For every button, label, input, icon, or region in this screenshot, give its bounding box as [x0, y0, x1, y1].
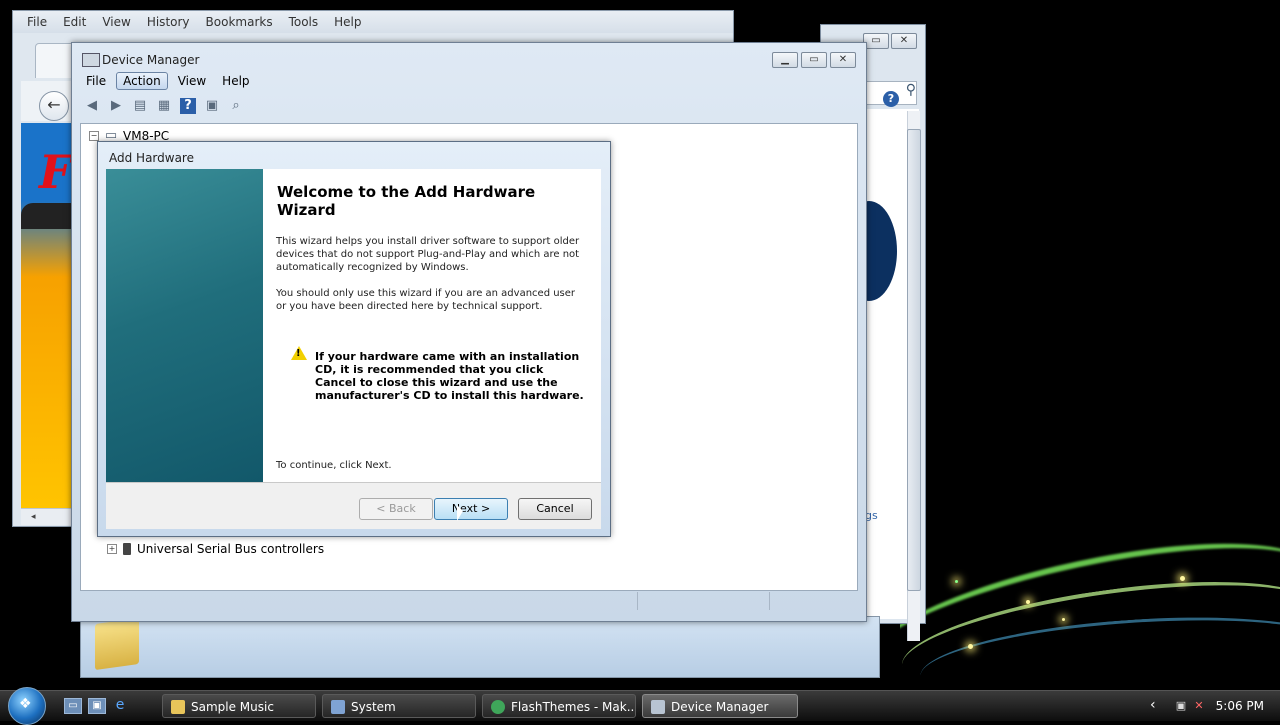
- wizard-side-panel: [106, 169, 263, 482]
- device-manager-icon: [82, 53, 100, 67]
- desktop-spark: [1180, 576, 1185, 581]
- back-arrow-icon[interactable]: ◀: [84, 98, 100, 114]
- desktop-spark: [1026, 600, 1030, 604]
- properties-icon[interactable]: ▦: [156, 98, 172, 114]
- wizard-content: Welcome to the Add Hardware Wizard This …: [263, 169, 601, 482]
- taskbar-item-sample-music[interactable]: Sample Music: [162, 694, 316, 718]
- maximize-icon[interactable]: ▭: [801, 52, 827, 68]
- taskbar-item-flashthemes[interactable]: FlashThemes - Mak...: [482, 694, 636, 718]
- wizard-heading: Welcome to the Add Hardware Wizard: [277, 183, 536, 219]
- clock[interactable]: 5:06 PM: [1216, 699, 1264, 713]
- volume-muted-icon[interactable]: ✕: [1192, 699, 1206, 713]
- folder-icon[interactable]: [95, 617, 139, 671]
- folder-icon: [171, 700, 185, 714]
- window-controls: ▁ ▭ ✕: [772, 52, 856, 68]
- browser-menu-view[interactable]: View: [102, 15, 130, 29]
- browser-menu-edit[interactable]: Edit: [63, 15, 86, 29]
- menu-file[interactable]: File: [80, 73, 112, 89]
- statusbar: [80, 592, 856, 612]
- taskbar-item-device-manager[interactable]: Device Manager: [642, 694, 798, 718]
- browser-icon: [491, 700, 505, 714]
- scan-hardware-icon[interactable]: ⌕: [228, 98, 244, 114]
- close-icon[interactable]: ✕: [891, 33, 917, 49]
- tree-item-usb[interactable]: + Universal Serial Bus controllers: [107, 542, 324, 556]
- show-desktop-icon[interactable]: ▭: [64, 698, 82, 714]
- wizard-advanced-user-text: You should only use this wizard if you a…: [276, 288, 576, 312]
- add-hardware-dialog[interactable]: Add Hardware Welcome to the Add Hardware…: [97, 141, 611, 537]
- continue-instruction: To continue, click Next.: [276, 460, 392, 471]
- dialog-title: Add Hardware: [109, 151, 194, 165]
- taskbar-item-label: Sample Music: [191, 700, 274, 714]
- explorer-window-controls: ▭ ✕: [863, 33, 917, 49]
- chevron-left-icon[interactable]: ‹: [1150, 697, 1156, 713]
- collapse-icon[interactable]: −: [89, 131, 99, 141]
- next-button[interactable]: Next >: [434, 498, 508, 520]
- windows-logo-icon: ❖: [19, 696, 32, 712]
- browser-menu-help[interactable]: Help: [334, 15, 361, 29]
- help-icon[interactable]: ?: [180, 98, 196, 114]
- back-arrow-icon[interactable]: ←: [39, 91, 69, 121]
- browser-menu-history[interactable]: History: [147, 15, 190, 29]
- scrollbar-thumb[interactable]: [907, 129, 921, 591]
- browser-menubar: File Edit View History Bookmarks Tools H…: [13, 11, 733, 33]
- cancel-button[interactable]: Cancel: [518, 498, 592, 520]
- toolbar: ◀ ▶ ▤ ▦ ? ▣ ⌕: [80, 95, 858, 117]
- back-button[interactable]: < Back: [359, 498, 433, 520]
- background-folder-window[interactable]: [80, 616, 880, 678]
- network-icon[interactable]: ▣: [1174, 699, 1188, 713]
- menu-help[interactable]: Help: [216, 73, 255, 89]
- browser-menu-file[interactable]: File: [27, 15, 47, 29]
- taskbar-item-label: System: [351, 700, 396, 714]
- taskbar-item-label: Device Manager: [671, 700, 769, 714]
- site-logo: F: [39, 145, 72, 199]
- menu-view[interactable]: View: [172, 73, 212, 89]
- taskbar: ❖ ▭ ▣ e Sample Music System FlashThemes …: [0, 687, 1280, 725]
- mouse-cursor: [457, 505, 463, 521]
- device-manager-titlebar[interactable]: Device Manager ▁ ▭ ✕: [72, 43, 866, 73]
- action-pane-icon[interactable]: ▣: [204, 98, 220, 114]
- desktop-spark: [955, 580, 958, 583]
- minimize-icon[interactable]: ▁: [772, 52, 798, 68]
- device-manager-icon: [651, 700, 665, 714]
- taskbar-item-system[interactable]: System: [322, 694, 476, 718]
- system-tray: ‹ ▣ ✕ 5:06 PM: [1140, 691, 1280, 721]
- browser-menu-bookmarks[interactable]: Bookmarks: [206, 15, 273, 29]
- tree-item-label: Universal Serial Bus controllers: [137, 542, 325, 556]
- desktop-spark: [1062, 618, 1065, 621]
- warning-text: If your hardware came with an installati…: [315, 350, 584, 402]
- close-icon[interactable]: ✕: [830, 52, 856, 68]
- taskbar-item-label: FlashThemes - Mak...: [511, 700, 636, 714]
- help-icon[interactable]: ?: [883, 91, 899, 107]
- desktop-aurora: [900, 520, 1280, 690]
- usb-icon: [123, 543, 131, 555]
- menubar: File Action View Help: [80, 71, 858, 91]
- warning-icon: !: [291, 346, 307, 360]
- start-button[interactable]: ❖: [8, 687, 46, 725]
- system-icon: [331, 700, 345, 714]
- wizard-button-bar: < Back Next > Cancel: [106, 482, 601, 529]
- window-title: Device Manager: [102, 53, 200, 67]
- switch-windows-icon[interactable]: ▣: [88, 698, 106, 714]
- menu-action[interactable]: Action: [116, 72, 168, 90]
- expand-icon[interactable]: +: [107, 544, 117, 554]
- internet-explorer-icon[interactable]: e: [112, 698, 128, 712]
- browser-menu-tools[interactable]: Tools: [289, 15, 319, 29]
- forward-arrow-icon[interactable]: ▶: [108, 98, 124, 114]
- wizard-intro-text: This wizard helps you install driver sof…: [276, 236, 580, 273]
- desktop-spark: [968, 644, 973, 649]
- show-hide-console-tree-icon[interactable]: ▤: [132, 98, 148, 114]
